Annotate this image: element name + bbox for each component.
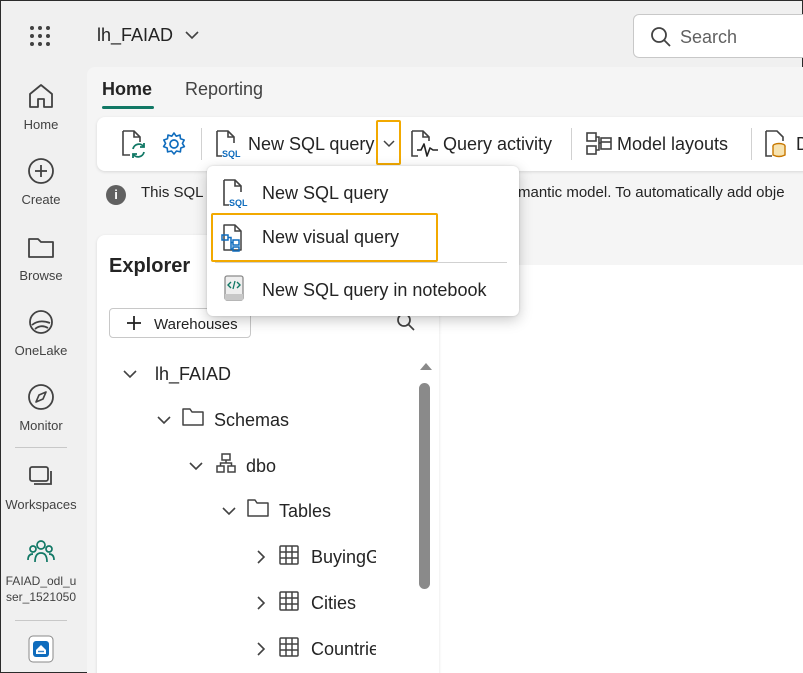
tree-node-lakehouse[interactable]: lh_FAIAD [123,362,376,386]
workspace-title[interactable]: lh_FAIAD [97,25,173,46]
table-icon [279,591,299,611]
rail-label: Workspaces [5,497,77,512]
rail-item-home[interactable]: Home [1,81,81,132]
tab-home[interactable]: Home [102,79,152,100]
tree-node-label: Countries [311,639,376,659]
lakehouse-app-icon[interactable] [28,635,54,663]
tree-node-tables[interactable]: Tables [222,499,376,523]
plus-circle-icon [26,156,56,186]
tree-node-label: Schemas [214,410,290,430]
chevron-down-icon[interactable] [222,507,236,516]
rail-label-line1: FAIAD_odl_u [5,574,77,588]
tree-node-table[interactable]: Countries [257,637,376,661]
menu-divider [215,262,507,263]
new-sql-query-button[interactable]: New SQL query [248,134,374,155]
tree-node-schemas[interactable]: Schemas [157,408,376,432]
rail-item-onelake[interactable]: OneLake [1,307,81,358]
rail-label-line2: ser_1521050 [5,590,77,604]
rail-divider [15,620,67,621]
model-layouts-icon [585,131,613,157]
svg-text:SQL: SQL [222,149,241,159]
new-sql-query-dropdown-button[interactable] [376,120,401,165]
workspaces-icon [26,461,56,491]
chevron-down-icon[interactable] [157,416,171,425]
chevron-right-icon[interactable] [257,596,266,610]
toolbar-overflow-item[interactable]: D [796,134,803,155]
tree-node-dbo[interactable]: dbo [189,452,376,478]
rail-label: OneLake [14,343,68,358]
chevron-right-icon[interactable] [257,550,266,564]
tree-node-label: lh_FAIAD [155,364,232,384]
toolbar-divider [751,128,752,160]
tree-node-label: BuyingGroups [311,547,376,567]
rail-label: Create [21,192,61,207]
menu-item-label: New SQL query [262,183,389,203]
schema-icon [215,452,237,474]
explorer-title: Explorer [109,255,191,277]
tree-node-label: Tables [279,501,332,521]
tab-reporting[interactable]: Reporting [185,79,263,100]
svg-text:SQL: SQL [229,198,248,208]
home-icon [26,81,56,111]
chevron-right-icon[interactable] [257,642,266,656]
rail-label: FAIAD_odl_u ser_1521050 [1,573,81,605]
menu-item-new-sql-query[interactable]: SQL New SQL query [207,172,519,214]
global-search-input[interactable]: Search [633,14,803,58]
rail-item-current-workspace[interactable]: FAIAD_odl_u ser_1521050 [1,537,81,605]
monitor-compass-icon [26,382,56,412]
tree-node-label: dbo [246,456,277,476]
scrollbar-thumb[interactable] [419,383,430,589]
visual-query-icon [221,223,249,253]
chevron-down-icon[interactable] [189,462,203,471]
tree-node-table[interactable]: Cities [257,591,376,615]
model-layouts-button[interactable]: Model layouts [617,134,728,155]
sql-file-icon: SQL [221,178,249,208]
folder-icon [181,406,205,428]
rail-item-create[interactable]: Create [1,156,81,207]
info-message-end: mantic model. To automatically add obje [518,184,785,201]
search-icon [650,26,672,48]
info-message-start: This SQL [141,184,204,201]
tree-node-label: Cities [311,593,357,613]
table-icon [279,637,299,657]
rail-label: Browse [19,268,63,283]
menu-item-label: New SQL query in notebook [262,280,487,300]
rail-item-browse[interactable]: Browse [1,232,81,283]
table-icon [279,545,299,565]
explorer-tree: lh_FAIAD Schemas dbo Tables BuyingG Citi… [101,356,376,673]
search-placeholder: Search [680,27,738,47]
menu-item-label: New visual query [262,227,400,247]
people-icon [26,537,56,567]
toolbar-divider [571,128,572,160]
folder-icon [246,497,270,519]
query-activity-icon [409,129,439,159]
scroll-up-arrow-icon[interactable] [419,361,433,371]
settings-gear-icon[interactable] [161,131,187,157]
refresh-file-icon[interactable] [119,129,147,159]
toolbar-divider [201,128,202,160]
folder-icon [26,232,56,262]
query-activity-button[interactable]: Query activity [443,134,552,155]
plus-icon [124,313,144,333]
chevron-down-icon [383,140,395,148]
query-canvas [437,265,803,673]
active-tab-indicator [102,106,154,109]
menu-item-new-sql-query-in-notebook[interactable]: New SQL query in notebook [207,267,519,311]
chevron-down-icon[interactable] [123,370,137,379]
onelake-icon [26,307,56,337]
menu-item-new-visual-query[interactable]: New visual query [211,213,438,262]
rail-divider [15,447,67,448]
rail-label: Monitor [19,418,63,433]
app-launcher-icon[interactable] [29,25,51,47]
database-file-icon [763,129,789,159]
add-warehouses-label: Warehouses [154,316,238,333]
rail-item-workspaces[interactable]: Workspaces [1,461,81,512]
new-sql-query-icon: SQL [214,129,242,159]
notebook-icon [223,275,245,301]
tree-node-table[interactable]: BuyingGroups [257,545,376,569]
chevron-down-icon[interactable] [185,30,199,40]
info-icon: i [106,185,126,205]
rail-item-monitor[interactable]: Monitor [1,382,81,433]
rail-label: Home [23,117,59,132]
